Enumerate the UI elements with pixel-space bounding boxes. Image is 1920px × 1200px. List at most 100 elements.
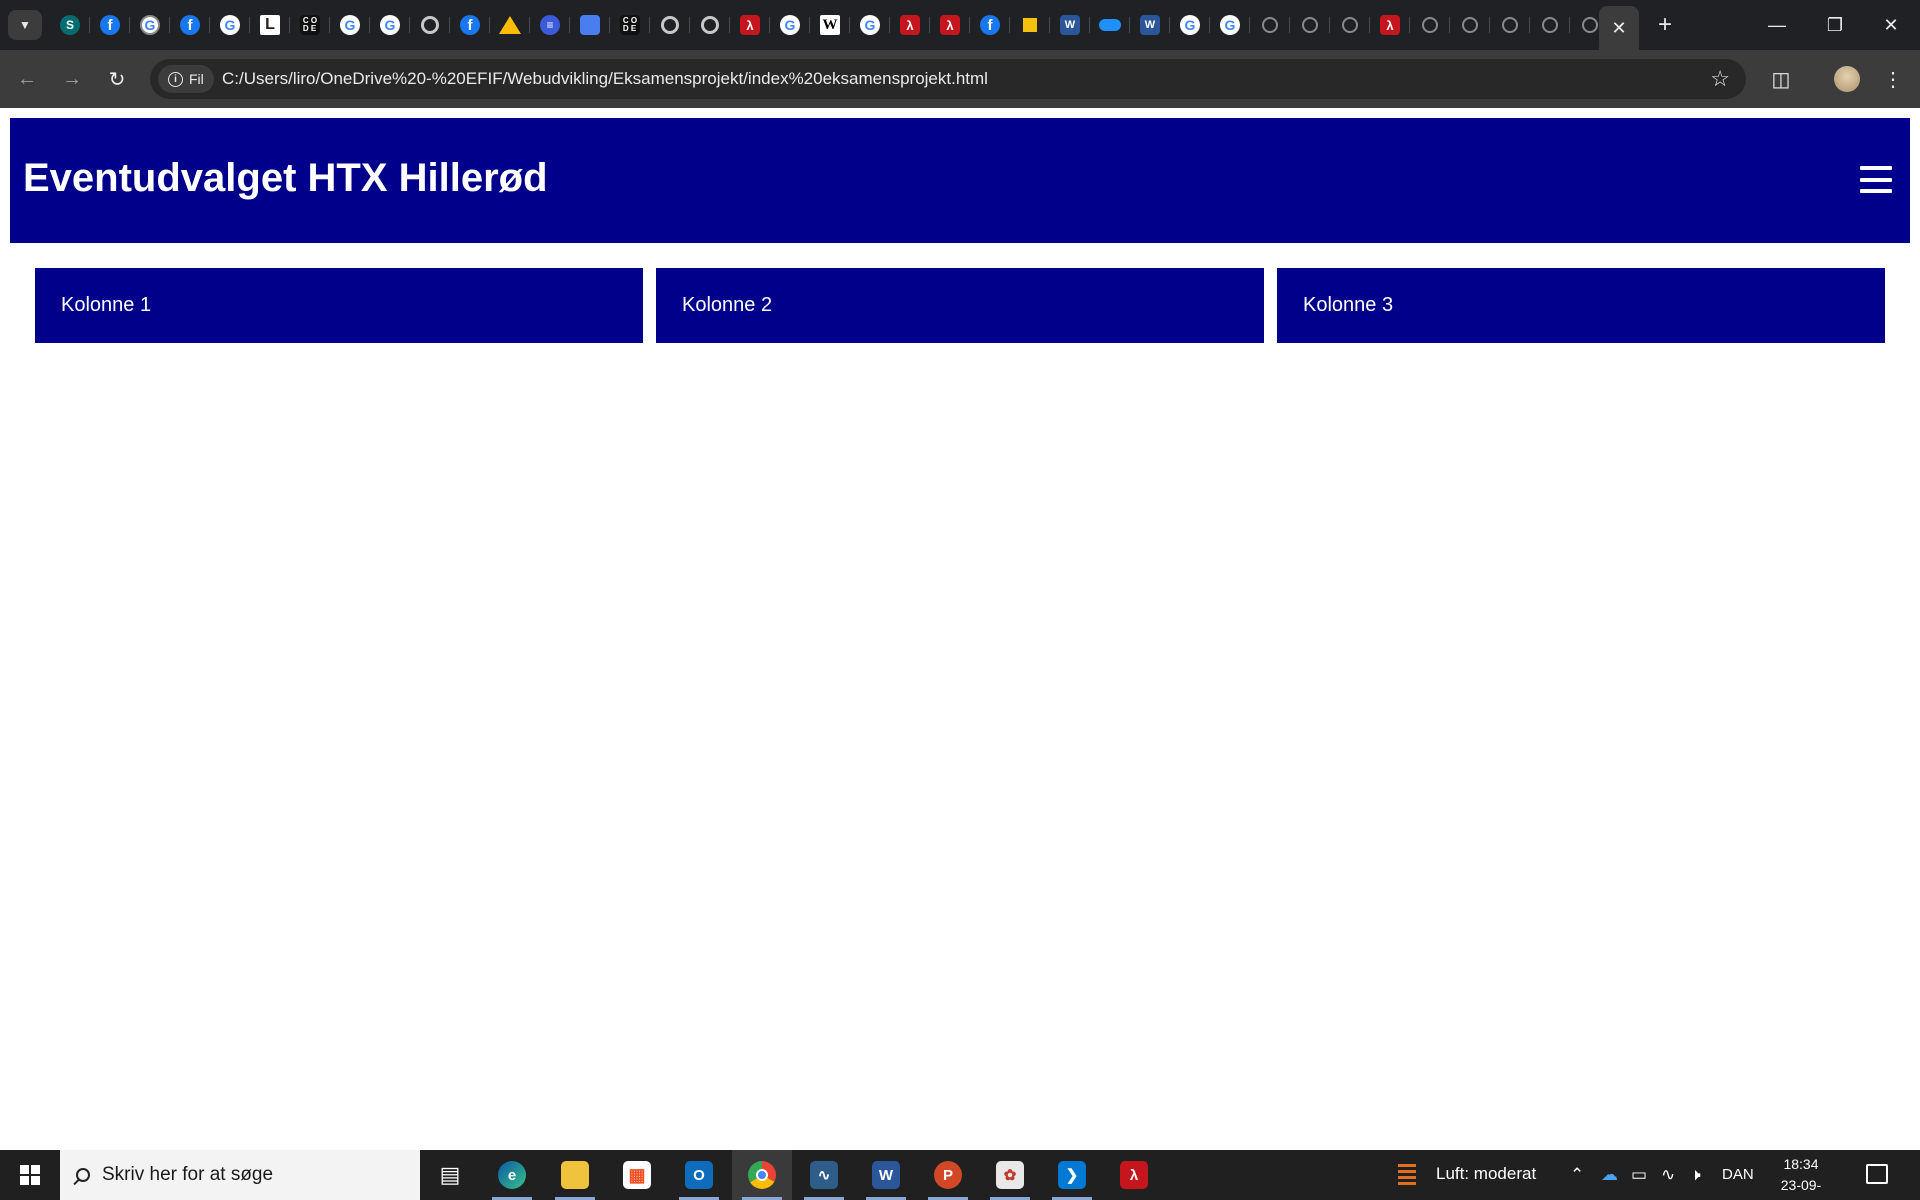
- tab[interactable]: G: [770, 0, 810, 50]
- code-icon: C OD E: [620, 15, 640, 35]
- taskbar-search[interactable]: Skriv her for at søge: [60, 1150, 420, 1200]
- start-button[interactable]: [0, 1150, 60, 1200]
- tab[interactable]: λ: [930, 0, 970, 50]
- chevron-up-icon[interactable]: ⌃: [1570, 1165, 1584, 1185]
- tab[interactable]: G: [1210, 0, 1250, 50]
- bookmark-star-icon[interactable]: ☆: [1710, 66, 1730, 92]
- task-view-icon: ▤: [439, 1162, 461, 1187]
- wifi-icon[interactable]: ∿: [1661, 1165, 1675, 1185]
- tab[interactable]: G: [370, 0, 410, 50]
- tab[interactable]: [1490, 0, 1530, 50]
- speaker-muted-icon[interactable]: 🕨: [1690, 1165, 1701, 1185]
- taskbar-app-file-explorer[interactable]: [545, 1150, 605, 1200]
- taskbar-app-outlook[interactable]: O: [669, 1150, 729, 1200]
- site-header: Eventudvalget HTX Hillerød: [10, 118, 1910, 243]
- close-icon: ✕: [1883, 14, 1899, 35]
- clock[interactable]: 18:34 23-09-2024: [1766, 1154, 1836, 1200]
- profile-avatar[interactable]: [1834, 66, 1860, 92]
- tab[interactable]: [1330, 0, 1370, 50]
- reload-button[interactable]: ↻: [102, 64, 132, 94]
- taskbar-app-edge[interactable]: e: [482, 1150, 542, 1200]
- tab[interactable]: G: [1170, 0, 1210, 50]
- task-view-button[interactable]: ▤: [420, 1150, 480, 1200]
- tab[interactable]: W: [1130, 0, 1170, 50]
- globe-icon: [1542, 17, 1558, 33]
- tab[interactable]: [650, 0, 690, 50]
- taskbar-app-mysql[interactable]: ∿: [794, 1150, 854, 1200]
- tab[interactable]: S: [50, 0, 90, 50]
- edge-icon: e: [498, 1161, 526, 1189]
- address-bar[interactable]: i Fil C:/Users/liro/OneDrive%20-%20EFIF/…: [150, 59, 1746, 99]
- tab[interactable]: [690, 0, 730, 50]
- tab[interactable]: ≡: [530, 0, 570, 50]
- store-icon: ▦: [623, 1161, 651, 1189]
- tab[interactable]: [1290, 0, 1330, 50]
- tab[interactable]: L: [250, 0, 290, 50]
- tab[interactable]: λ: [890, 0, 930, 50]
- hamburger-menu-icon[interactable]: [1860, 166, 1892, 193]
- tab[interactable]: C OD E: [290, 0, 330, 50]
- search-placeholder: Skriv her for at søge: [102, 1164, 274, 1185]
- tab[interactable]: [1090, 0, 1130, 50]
- tab[interactable]: [1450, 0, 1490, 50]
- tab[interactable]: f: [170, 0, 210, 50]
- active-tab[interactable]: ✕: [1599, 6, 1639, 50]
- taskbar-app-paint[interactable]: ✿: [980, 1150, 1040, 1200]
- web-page: Eventudvalget HTX Hillerød Kolonne 1 Kol…: [0, 108, 1920, 1150]
- chromium-icon: [421, 16, 439, 34]
- restore-button[interactable]: ❐: [1806, 0, 1864, 50]
- menu-button[interactable]: ⋮: [1878, 64, 1908, 94]
- forward-button[interactable]: →: [57, 64, 87, 94]
- windows-taskbar: Skriv her for at søge ▤ e ▦ O ∿ W P ✿ ❯ …: [0, 1150, 1920, 1200]
- tab[interactable]: λ: [730, 0, 770, 50]
- tab[interactable]: [1410, 0, 1450, 50]
- weather-widget-icon-button[interactable]: [1392, 1150, 1422, 1200]
- url-text[interactable]: C:/Users/liro/OneDrive%20-%20EFIF/Webudv…: [222, 69, 988, 89]
- taskbar-app-word[interactable]: W: [856, 1150, 916, 1200]
- tab[interactable]: W: [1050, 0, 1090, 50]
- close-window-button[interactable]: ✕: [1862, 0, 1920, 50]
- new-tab-button[interactable]: +: [1650, 10, 1680, 40]
- close-tab-icon[interactable]: ✕: [1611, 18, 1626, 39]
- tab[interactable]: [570, 0, 610, 50]
- battery-icon[interactable]: ▭: [1631, 1165, 1647, 1185]
- taskbar-app-store[interactable]: ▦: [607, 1150, 667, 1200]
- language-indicator[interactable]: DAN: [1722, 1166, 1754, 1183]
- globe-icon: [1262, 17, 1278, 33]
- tab[interactable]: G: [850, 0, 890, 50]
- tab[interactable]: G: [210, 0, 250, 50]
- tab[interactable]: [1010, 0, 1050, 50]
- tab[interactable]: W: [810, 0, 850, 50]
- taskbar-app-powerpoint[interactable]: P: [918, 1150, 978, 1200]
- google-icon: G: [220, 15, 240, 35]
- tab[interactable]: λ: [1370, 0, 1410, 50]
- tab[interactable]: [410, 0, 450, 50]
- taskbar-app-chrome[interactable]: [732, 1150, 792, 1200]
- taskbar-app-acrobat[interactable]: λ: [1104, 1150, 1164, 1200]
- tab[interactable]: G: [130, 0, 170, 50]
- tab[interactable]: [1250, 0, 1290, 50]
- site-chip-label: Fil: [189, 71, 204, 87]
- tab-search-button[interactable]: ▼: [8, 10, 42, 40]
- tab[interactable]: f: [970, 0, 1010, 50]
- tab[interactable]: f: [450, 0, 490, 50]
- tab[interactable]: f: [90, 0, 130, 50]
- arrow-left-icon: ←: [17, 67, 37, 90]
- back-button[interactable]: ←: [12, 64, 42, 94]
- notification-center-icon[interactable]: [1866, 1164, 1888, 1184]
- onedrive-icon[interactable]: ☁: [1601, 1165, 1618, 1185]
- minimize-button[interactable]: —: [1748, 0, 1806, 50]
- google-icon: G: [860, 15, 880, 35]
- tab[interactable]: [1530, 0, 1570, 50]
- hamburger-bar: [1860, 166, 1892, 170]
- tab[interactable]: [490, 0, 530, 50]
- extensions-button[interactable]: ◫: [1766, 64, 1796, 94]
- plus-icon: +: [1657, 11, 1672, 38]
- tab[interactable]: G: [330, 0, 370, 50]
- google-icon: G: [780, 15, 800, 35]
- taskbar-app-vscode[interactable]: ❯: [1042, 1150, 1102, 1200]
- tab[interactable]: C OD E: [610, 0, 650, 50]
- site-info-chip[interactable]: i Fil: [158, 65, 214, 93]
- clock-time: 18:34: [1783, 1156, 1819, 1172]
- weather-widget[interactable]: Luft: moderat: [1436, 1164, 1536, 1184]
